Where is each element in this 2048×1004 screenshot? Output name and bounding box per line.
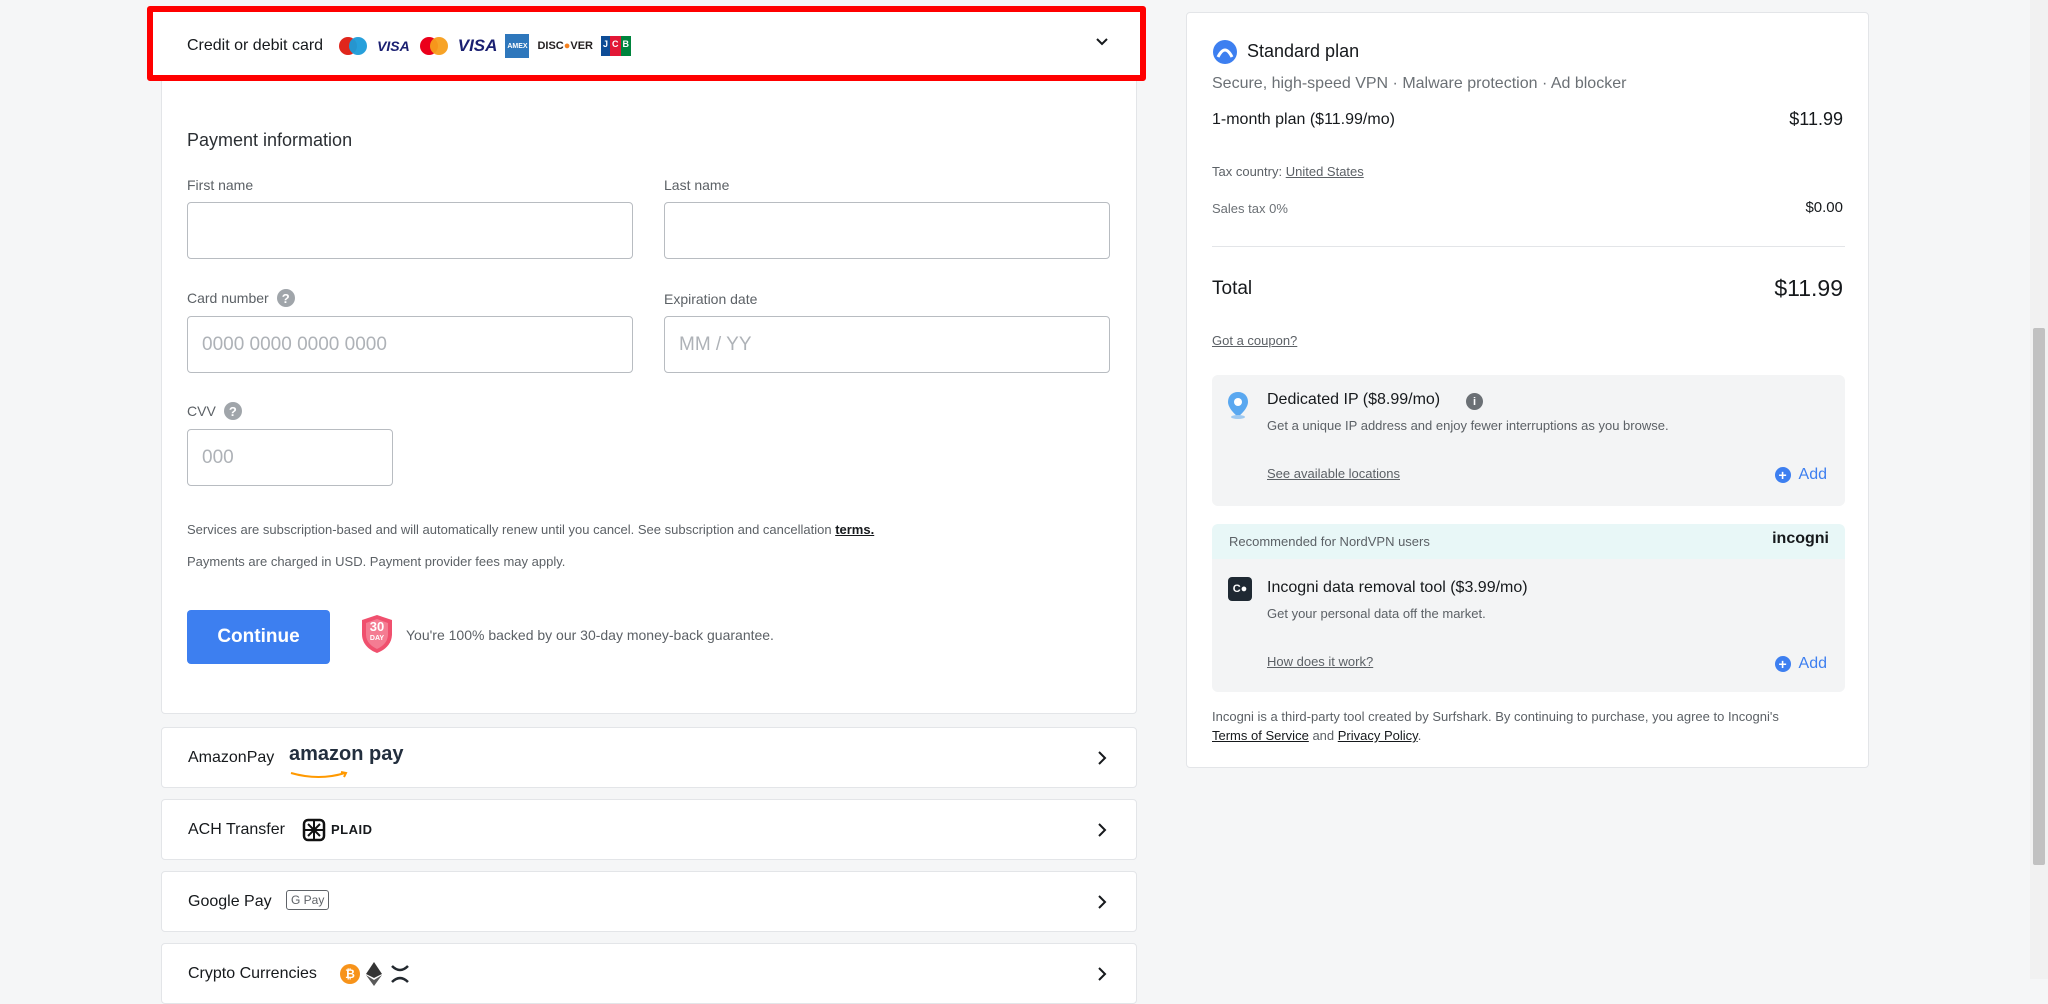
info-icon[interactable]: i: [1466, 393, 1483, 410]
cvv-input[interactable]: 000: [187, 429, 393, 486]
plan-price: $11.99: [1789, 109, 1843, 129]
plan-period: 1-month plan ($11.99/mo): [1212, 111, 1395, 128]
dedicated-ip-desc: Get a unique IP address and enjoy fewer …: [1267, 418, 1669, 433]
amazon-smile-icon: [289, 766, 349, 784]
card-number-label: Card number ?: [187, 289, 295, 307]
crypto-option[interactable]: Crypto Currencies ₿: [161, 943, 1137, 1004]
xrp-icon: [390, 964, 410, 989]
visa-logo-2: VISA: [457, 36, 498, 55]
sales-tax-value: $0.00: [1805, 199, 1843, 216]
order-summary-card: Standard plan Secure, high-speed VPN · M…: [1186, 12, 1869, 768]
discover-logo: DISC●VER: [537, 40, 593, 52]
card-option-label: Credit or debit card: [187, 37, 324, 54]
ach-option[interactable]: ACH Transfer PLAID: [161, 799, 1137, 860]
amazonpay-option[interactable]: AmazonPay amazon pay: [161, 727, 1137, 788]
googlepay-logo: G Pay: [286, 890, 330, 910]
incogni-banner: Recommended for NordVPN users incogni: [1212, 524, 1845, 559]
visa-logo: VISA: [377, 38, 410, 54]
incogni-add-button[interactable]: + Add: [1774, 655, 1827, 673]
maestro-logo: [337, 36, 369, 56]
chevron-right-icon: [1096, 822, 1108, 843]
ach-label: ACH Transfer: [188, 821, 285, 838]
plaid-logo-icon: [302, 818, 326, 847]
bitcoin-icon: ₿: [340, 964, 360, 984]
incogni-disclaimer: Incogni is a third-party tool created by…: [1212, 709, 1779, 743]
location-pin-icon: [1226, 391, 1250, 424]
privacy-policy-link[interactable]: Privacy Policy: [1338, 728, 1418, 743]
plus-icon: +: [1774, 467, 1791, 483]
first-name-input[interactable]: [187, 202, 633, 259]
guarantee-text: You're 100% backed by our 30-day money-b…: [406, 627, 774, 643]
dedicated-ip-add-button[interactable]: + Add: [1774, 466, 1827, 484]
plaid-logo-text: PLAID: [331, 822, 373, 837]
card-option-header[interactable]: Credit or debit card VISA VISA AMEX DISC…: [147, 6, 1146, 81]
first-name-label: First name: [187, 177, 254, 193]
terms-link[interactable]: terms.: [835, 522, 874, 537]
incogni-brand-logo: incogni: [1772, 530, 1829, 547]
card-number-input[interactable]: 0000 0000 0000 0000: [187, 316, 633, 373]
chevron-right-icon: [1096, 750, 1108, 771]
chevron-right-icon: [1096, 966, 1108, 987]
crypto-label: Crypto Currencies: [188, 965, 317, 982]
cvv-label: CVV ?: [187, 402, 242, 420]
incogni-title: Incogni data removal tool ($3.99/mo): [1267, 579, 1528, 596]
expiration-input[interactable]: MM / YY: [664, 316, 1110, 373]
ethereum-icon: [366, 962, 382, 991]
sales-tax-label: Sales tax 0%: [1212, 201, 1288, 216]
plan-features: Secure, high-speed VPN · Malware protect…: [1212, 75, 1627, 92]
divider: [1212, 246, 1845, 247]
surfshark-logo-icon: [1212, 39, 1238, 70]
last-name-label: Last name: [664, 177, 730, 193]
tax-country: Tax country: United States: [1212, 164, 1364, 179]
incogni-desc: Get your personal data off the market.: [1267, 606, 1486, 621]
incogni-logo-icon: C●: [1228, 577, 1252, 601]
chevron-right-icon: [1096, 894, 1108, 915]
help-icon[interactable]: ?: [223, 402, 242, 420]
last-name-input[interactable]: [664, 202, 1110, 259]
coupon-link[interactable]: Got a coupon?: [1212, 333, 1297, 348]
plus-icon: +: [1774, 656, 1791, 672]
terms-of-service-link[interactable]: Terms of Service: [1212, 728, 1309, 743]
terms-text: Services are subscription-based and will…: [187, 522, 875, 537]
plan-name: Standard plan: [1247, 41, 1360, 61]
fees-text: Payments are charged in USD. Payment pro…: [187, 554, 566, 569]
amex-logo: AMEX: [505, 34, 530, 58]
total-value: $11.99: [1774, 275, 1843, 301]
continue-button[interactable]: Continue: [187, 610, 330, 664]
amazonpay-label: AmazonPay: [188, 749, 275, 766]
mastercard-logo: [418, 36, 450, 56]
amazonpay-logo: amazon pay: [289, 743, 404, 765]
dedicated-ip-title: Dedicated IP ($8.99/mo): [1267, 391, 1441, 408]
chevron-down-icon[interactable]: [1094, 34, 1110, 55]
googlepay-label: Google Pay: [188, 893, 272, 910]
incogni-addon: C● Incogni data removal tool ($3.99/mo) …: [1212, 559, 1845, 692]
googlepay-option[interactable]: Google Pay G Pay: [161, 871, 1137, 932]
expiration-label: Expiration date: [664, 291, 758, 307]
how-it-works-link[interactable]: How does it work?: [1267, 654, 1373, 669]
payment-info-heading: Payment information: [187, 130, 353, 150]
tax-country-link[interactable]: United States: [1286, 164, 1364, 179]
total-label: Total: [1212, 278, 1253, 299]
see-locations-link[interactable]: See available locations: [1267, 466, 1400, 481]
scrollbar-thumb[interactable]: [2033, 328, 2045, 865]
shield-badge-icon: 30 DAY: [360, 614, 394, 654]
jcb-logo: JCB: [601, 36, 632, 56]
dedicated-ip-addon: Dedicated IP ($8.99/mo) i Get a unique I…: [1212, 375, 1845, 506]
help-icon[interactable]: ?: [276, 289, 295, 307]
